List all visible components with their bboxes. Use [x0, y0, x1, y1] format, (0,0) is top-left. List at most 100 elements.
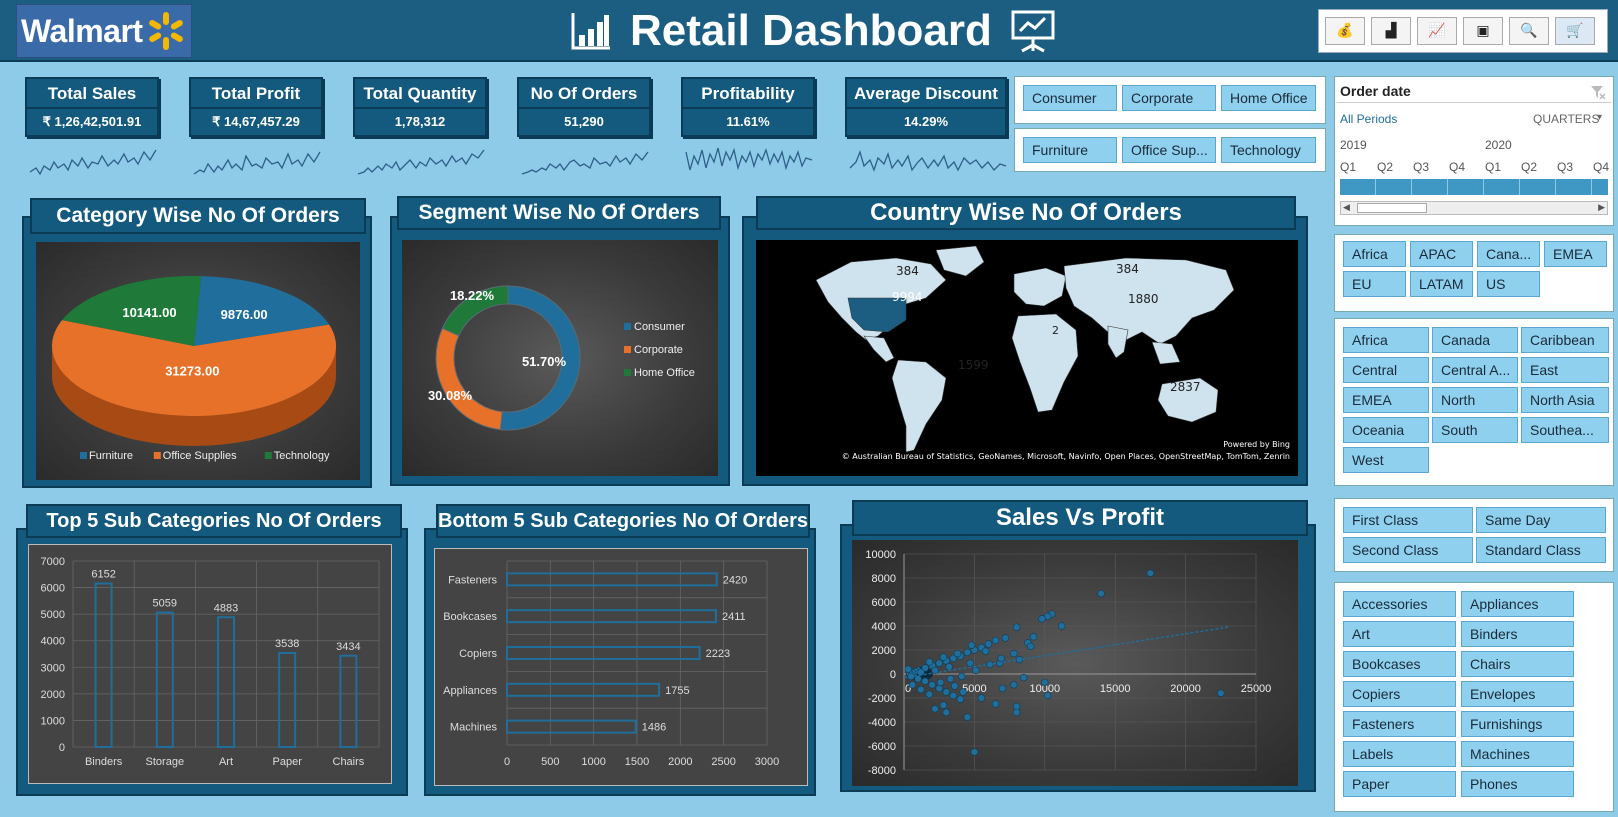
y-tick-label: 4000	[41, 636, 65, 648]
search-icon[interactable]: 🔍	[1509, 17, 1549, 45]
legend-label: Technology	[274, 450, 330, 462]
country-map-chart	[815, 245, 1235, 453]
ship-second-class-button[interactable]: Second Class	[1343, 537, 1473, 563]
subcat-furnishings-button[interactable]: Furnishings	[1461, 711, 1574, 737]
x-tick-label: Paper	[273, 756, 303, 768]
y-tick-label: -4000	[868, 717, 896, 729]
cart-icon[interactable]: 🛒	[1555, 17, 1595, 45]
map-label: 9994	[892, 290, 923, 304]
scatter-point	[936, 678, 945, 687]
subcat-fasteners-button[interactable]: Fasteners	[1343, 711, 1456, 737]
chart-area: -8000 -6000 -4000 -2000 0 2000 4000 6000 8000 100…	[852, 540, 1298, 786]
market-us-button[interactable]: US	[1477, 271, 1540, 297]
scatter-point	[1041, 678, 1049, 687]
chevron-down-icon[interactable]: ▾	[1597, 112, 1602, 123]
market-canada-button[interactable]: Cana...	[1477, 241, 1540, 267]
segment-home-office-button[interactable]: Home Office	[1221, 85, 1316, 111]
region-africa-button[interactable]: Africa	[1343, 327, 1429, 353]
map-label: 1599	[958, 358, 989, 372]
bar-chart-icon	[571, 13, 610, 50]
scatter-point	[958, 672, 966, 681]
chart-icon[interactable]: ▟	[1371, 17, 1411, 45]
subcat-phones-button[interactable]: Phones	[1461, 771, 1574, 797]
region-emea-button[interactable]: EMEA	[1343, 387, 1429, 413]
region-south-button[interactable]: South	[1432, 417, 1518, 443]
subcat-binders-button[interactable]: Binders	[1461, 621, 1574, 647]
bar-data-label: 4883	[214, 602, 238, 614]
scatter-point	[946, 675, 955, 683]
bar	[506, 719, 637, 734]
market-eu-button[interactable]: EU	[1343, 271, 1406, 297]
category-technology-button[interactable]: Technology	[1221, 137, 1316, 163]
subcat-art-button[interactable]: Art	[1343, 621, 1456, 647]
region-east-button[interactable]: East	[1521, 357, 1609, 383]
chart-title: Category Wise No Of Orders	[30, 198, 366, 234]
kpi-value: 1,78,312	[394, 114, 446, 129]
scatter-point	[972, 666, 980, 675]
kpi-value: 14.29%	[903, 114, 949, 129]
timeline-year: 2019	[1340, 138, 1367, 152]
timeline-bar[interactable]	[1340, 179, 1608, 195]
ship-standard-class-button[interactable]: Standard Class	[1476, 537, 1606, 563]
ship-same-day-button[interactable]: Same Day	[1476, 507, 1606, 533]
region-west-button[interactable]: West	[1343, 447, 1429, 473]
donut-data-label: 30.08%	[428, 388, 473, 403]
subcat-copiers-button[interactable]: Copiers	[1343, 681, 1456, 707]
y-tick-label: 5000	[41, 609, 65, 621]
presentation-board-icon	[1011, 10, 1055, 53]
timeline-level-select[interactable]: QUARTERS	[1533, 112, 1599, 126]
segment-consumer-button[interactable]: Consumer	[1023, 85, 1117, 111]
segment-corporate-button[interactable]: Corporate	[1122, 85, 1216, 111]
subcat-machines-button[interactable]: Machines	[1461, 741, 1574, 767]
subcat-chairs-button[interactable]: Chairs	[1461, 651, 1574, 677]
region-oceania-button[interactable]: Oceania	[1343, 417, 1429, 443]
timeline-scrollbar[interactable]: ◀ ▶	[1340, 201, 1608, 215]
region-north-button[interactable]: North	[1432, 387, 1518, 413]
clear-filter-icon[interactable]	[1589, 83, 1607, 101]
chart-title: Country Wise No Of Orders	[756, 196, 1296, 230]
scroll-right-icon[interactable]: ▶	[1598, 202, 1605, 214]
box-icon[interactable]: ▣	[1463, 17, 1503, 45]
region-southeast-asia-button[interactable]: Southea...	[1521, 417, 1609, 443]
scatter-point	[963, 648, 972, 657]
region-central-asia-button[interactable]: Central A...	[1432, 357, 1518, 383]
subcat-accessories-button[interactable]: Accessories	[1343, 591, 1456, 617]
region-north-asia-button[interactable]: North Asia	[1521, 387, 1609, 413]
kpi-no-of-orders: No Of Orders 51,290	[517, 77, 651, 137]
money-bag-icon[interactable]: 💰	[1325, 17, 1365, 45]
x-tick-label: 2000	[668, 756, 692, 768]
chart-title: Sales Vs Profit	[852, 500, 1308, 536]
timeline-quarter: Q1	[1485, 160, 1502, 174]
market-africa-button[interactable]: Africa	[1343, 241, 1406, 267]
scroll-left-icon[interactable]: ◀	[1343, 202, 1350, 214]
ship-first-class-button[interactable]: First Class	[1343, 507, 1473, 533]
region-canada-button[interactable]: Canada	[1432, 327, 1518, 353]
subcat-paper-button[interactable]: Paper	[1343, 771, 1456, 797]
order-date-timeline: Order date All Periods QUARTERS ▾ 2019 2…	[1334, 76, 1614, 226]
scatter-point	[1012, 708, 1021, 717]
category-office-supplies-button[interactable]: Office Sup...	[1122, 137, 1216, 163]
category-furniture-button[interactable]: Furniture	[1023, 137, 1117, 163]
y-tick-label: 2000	[41, 689, 65, 701]
market-apac-button[interactable]: APAC	[1410, 241, 1473, 267]
subcat-bookcases-button[interactable]: Bookcases	[1343, 651, 1456, 677]
region-central-button[interactable]: Central	[1343, 357, 1429, 383]
sparkline-path	[685, 147, 813, 171]
market-latam-button[interactable]: LATAM	[1410, 271, 1473, 297]
x-tick-label: 15000	[1100, 683, 1131, 695]
market-emea-button[interactable]: EMEA	[1544, 241, 1607, 267]
scatter-point	[991, 700, 1000, 708]
bar-data-label: 6152	[91, 569, 115, 581]
subcat-appliances-button[interactable]: Appliances	[1461, 591, 1574, 617]
southeast-asia-shape	[1151, 341, 1181, 365]
y-tick-label: Appliances	[443, 685, 497, 697]
legend-swatch	[80, 452, 87, 459]
map-label: 384	[1116, 262, 1139, 276]
subcat-envelopes-button[interactable]: Envelopes	[1461, 681, 1574, 707]
line-chart-icon[interactable]: 📈	[1417, 17, 1457, 45]
legend-label: Home Office	[634, 367, 695, 379]
scroll-thumb[interactable]	[1357, 203, 1427, 213]
all-periods-link[interactable]: All Periods	[1340, 112, 1397, 126]
region-caribbean-button[interactable]: Caribbean	[1521, 327, 1609, 353]
subcat-labels-button[interactable]: Labels	[1343, 741, 1456, 767]
